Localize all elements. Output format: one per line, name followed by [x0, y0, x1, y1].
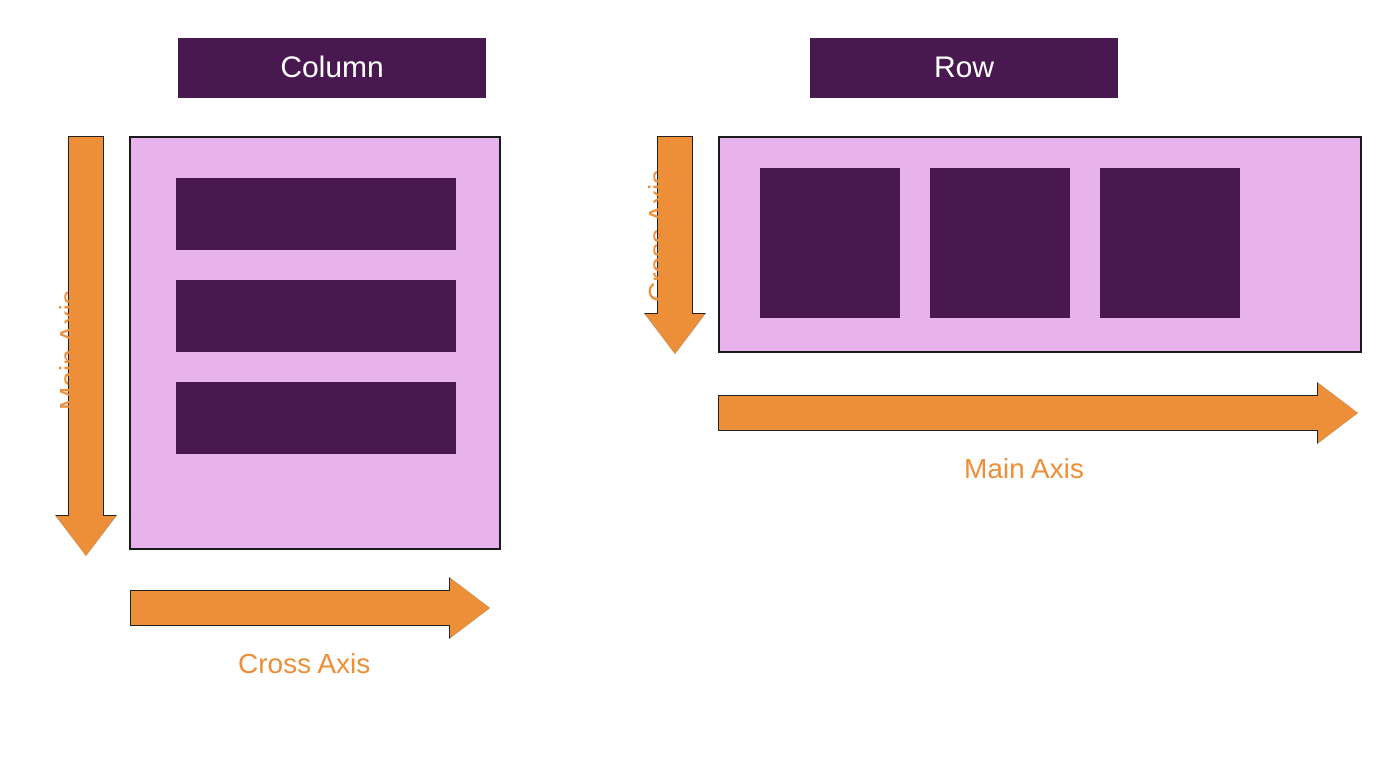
- column-cross-axis-arrow-shaft: [130, 590, 450, 626]
- column-header-label: Column: [178, 38, 486, 98]
- row-main-axis-arrow-head-icon: [1318, 383, 1358, 443]
- column-cross-axis-label: Cross Axis: [238, 648, 370, 680]
- column-container: [129, 136, 501, 550]
- column-item: [176, 178, 456, 250]
- row-header-label: Row: [810, 38, 1118, 98]
- column-main-axis-arrow-head-icon: [56, 516, 116, 556]
- column-item: [176, 280, 456, 352]
- column-item: [176, 382, 456, 454]
- row-main-axis-arrow-shaft: [718, 395, 1318, 431]
- row-container: [718, 136, 1362, 353]
- row-main-axis-label: Main Axis: [964, 453, 1084, 485]
- row-item: [930, 168, 1070, 318]
- column-main-axis-label: Main Axis: [54, 290, 86, 410]
- row-item: [1100, 168, 1240, 318]
- row-item: [760, 168, 900, 318]
- row-cross-axis-label: Cross Axis: [643, 170, 675, 302]
- row-cross-axis-arrow-head-icon: [645, 314, 705, 354]
- column-cross-axis-arrow-head-icon: [450, 578, 490, 638]
